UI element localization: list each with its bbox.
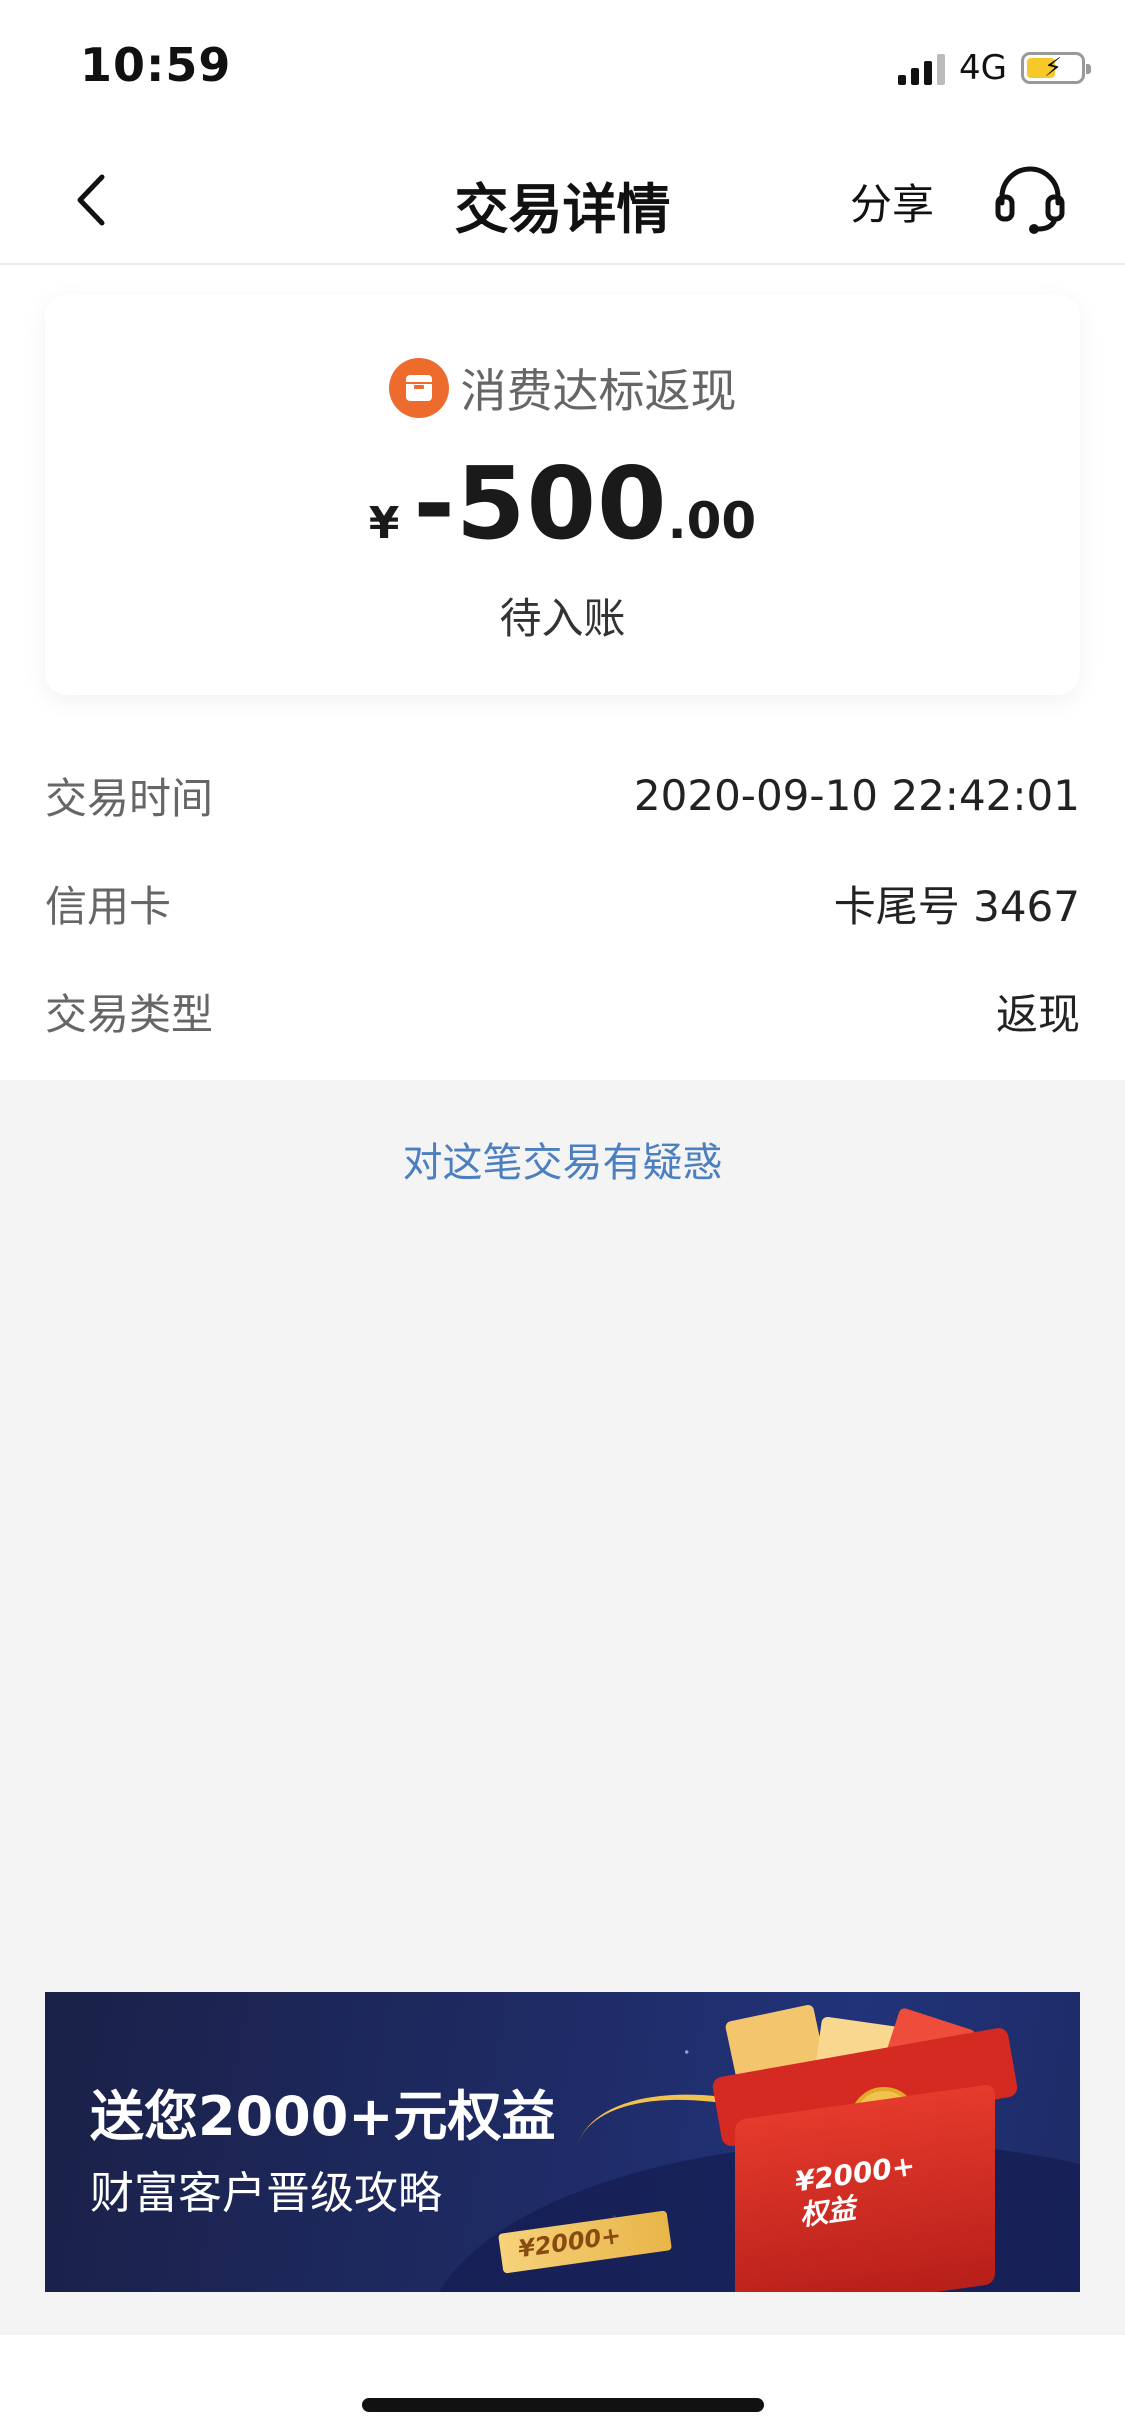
nav-bar: 交易详情 分享 bbox=[0, 135, 1125, 265]
dispute-link[interactable]: 对这笔交易有疑惑 bbox=[0, 1130, 1125, 1188]
currency-symbol: ¥ bbox=[368, 498, 400, 549]
chevron-left-icon bbox=[77, 174, 105, 226]
amount-integer: -500 bbox=[413, 445, 668, 562]
transaction-status: 待入账 bbox=[499, 594, 626, 643]
detail-row-type: 交易类型 返现 bbox=[45, 976, 1080, 1046]
detail-label: 交易类型 bbox=[45, 989, 214, 1039]
status-bar: 10:59 4G ⚡ bbox=[0, 0, 1125, 135]
status-time: 10:59 bbox=[80, 38, 232, 92]
page-title: 交易详情 bbox=[454, 178, 671, 241]
customer-service-button[interactable] bbox=[990, 159, 1070, 239]
detail-row-time: 交易时间 2020-09-10 22:42:01 bbox=[45, 760, 1080, 830]
status-indicators: 4G ⚡ bbox=[898, 44, 1091, 92]
back-button[interactable] bbox=[60, 165, 130, 235]
detail-label: 信用卡 bbox=[45, 881, 172, 931]
detail-value: 卡尾号 3467 bbox=[833, 881, 1080, 931]
amount-decimal: .00 bbox=[667, 492, 757, 550]
transaction-type-header: 消费达标返现 bbox=[45, 355, 1080, 421]
battery-icon: ⚡ bbox=[1021, 52, 1091, 84]
bottom-area bbox=[0, 2335, 1125, 2436]
signal-icon bbox=[898, 51, 946, 85]
headset-icon bbox=[995, 166, 1065, 234]
detail-value: 返现 bbox=[995, 989, 1080, 1039]
home-indicator[interactable] bbox=[362, 2398, 764, 2412]
promo-banner[interactable]: 送您2000+元权益 财富客户晋级攻略 ¥2000+ 权益 ¥2000+ bbox=[45, 1992, 1080, 2292]
banner-subtitle: 财富客户晋级攻略 bbox=[90, 2168, 442, 2219]
detail-row-card: 信用卡 卡尾号 3467 bbox=[45, 868, 1080, 938]
amount-card: 消费达标返现 ¥ -500 .00 待入账 bbox=[45, 295, 1080, 695]
share-button[interactable]: 分享 bbox=[850, 171, 934, 232]
network-label: 4G bbox=[959, 48, 1007, 88]
cashback-icon bbox=[388, 358, 449, 418]
detail-label: 交易时间 bbox=[45, 773, 214, 823]
transaction-type-label: 消费达标返现 bbox=[460, 364, 737, 418]
amount: ¥ -500 .00 bbox=[45, 445, 1080, 562]
detail-value: 2020-09-10 22:42:01 bbox=[633, 770, 1080, 820]
banner-title: 送您2000+元权益 bbox=[90, 2085, 556, 2148]
